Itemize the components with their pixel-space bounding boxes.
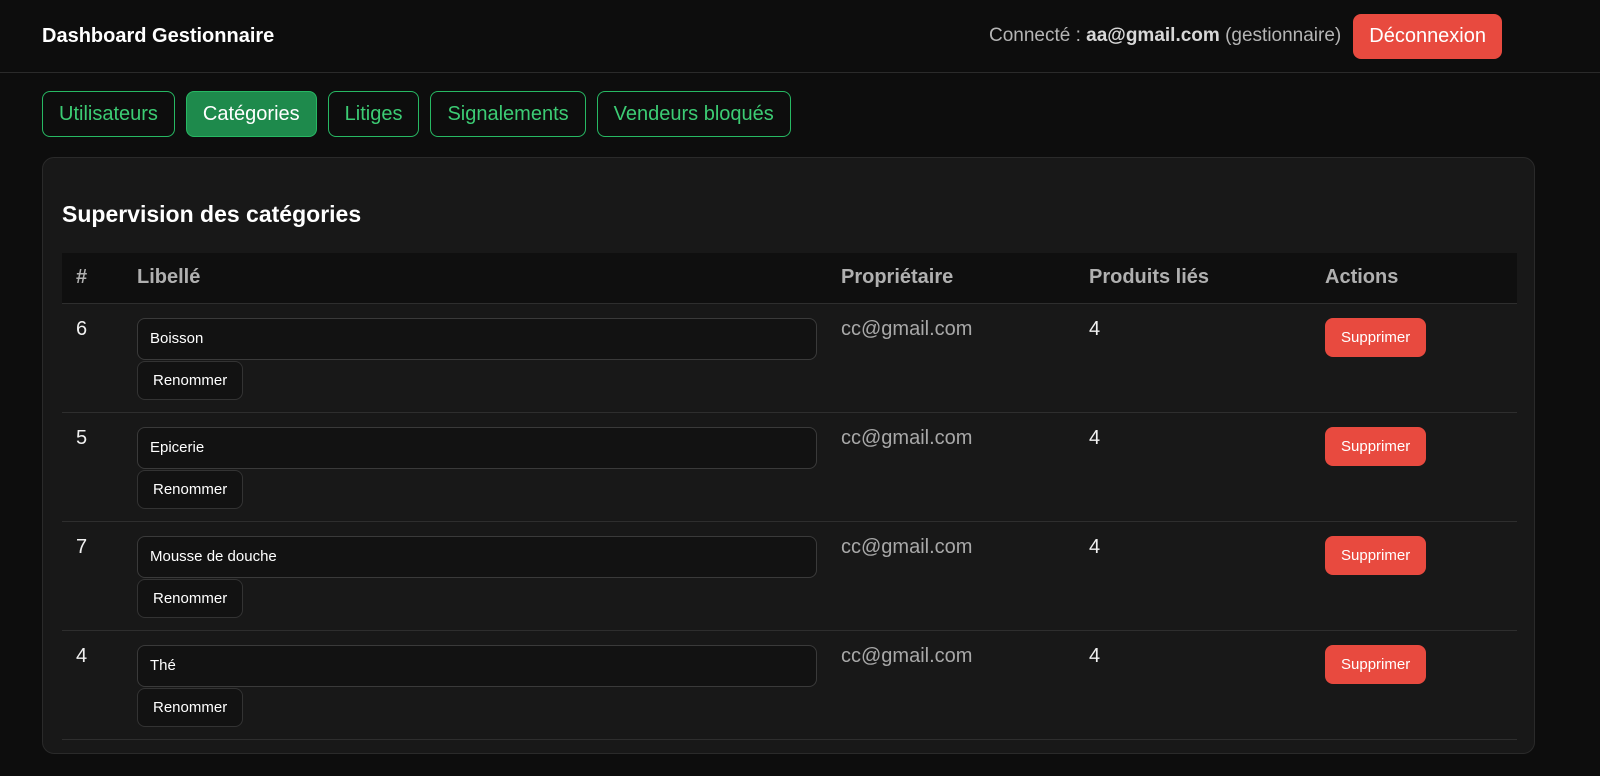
category-owner: cc@gmail.com xyxy=(841,426,973,449)
category-owner: cc@gmail.com xyxy=(841,535,973,558)
category-owner: cc@gmail.com xyxy=(841,317,973,340)
delete-button[interactable]: Supprimer xyxy=(1325,535,1427,575)
rename-button[interactable]: Renommer xyxy=(137,687,244,727)
category-id: 4 xyxy=(76,644,88,667)
category-label-input[interactable] xyxy=(137,644,817,687)
panel-title: Supervision des catégories xyxy=(62,201,362,227)
table-header-row: # Libellé Propriétaire Produits liés Act… xyxy=(62,253,1517,304)
linked-products-count: 4 xyxy=(1089,644,1101,667)
tab-vendeurs-bloques[interactable]: Vendeurs bloqués xyxy=(596,91,791,137)
categories-table: # Libellé Propriétaire Produits liés Act… xyxy=(62,253,1517,740)
tab-categories[interactable]: Catégories xyxy=(185,91,317,137)
column-header-actions: Actions xyxy=(1311,253,1517,304)
linked-products-count: 4 xyxy=(1089,426,1101,449)
delete-button[interactable]: Supprimer xyxy=(1325,426,1427,466)
tab-litiges[interactable]: Litiges xyxy=(327,91,420,137)
table-row: 5 Renommer cc@gmail.com 4 Supprimer xyxy=(62,412,1517,522)
tab-signalements[interactable]: Signalements xyxy=(430,91,586,137)
top-bar: Dashboard Gestionnaire Connecté : aa@gma… xyxy=(0,0,1600,73)
table-row: 4 Renommer cc@gmail.com 4 Supprimer xyxy=(62,630,1517,740)
table-row: 7 Renommer cc@gmail.com 4 Supprimer xyxy=(62,521,1517,631)
user-info: Connecté : aa@gmail.com (gestionnaire) D… xyxy=(989,13,1502,59)
table-row: 6 Renommer cc@gmail.com 4 Supprimer xyxy=(62,303,1517,413)
user-email: aa@gmail.com xyxy=(1086,25,1220,46)
category-label-input[interactable] xyxy=(137,317,817,360)
logout-button[interactable]: Déconnexion xyxy=(1353,13,1502,59)
column-header-products: Produits liés xyxy=(1075,253,1311,304)
connected-status: Connecté : aa@gmail.com (gestionnaire) xyxy=(989,25,1341,47)
delete-button[interactable]: Supprimer xyxy=(1325,644,1427,684)
category-id: 7 xyxy=(76,535,88,558)
categories-panel: Supervision des catégories # Libellé Pro… xyxy=(42,157,1535,754)
rename-button[interactable]: Renommer xyxy=(137,469,244,509)
column-header-id: # xyxy=(62,253,123,304)
category-owner: cc@gmail.com xyxy=(841,644,973,667)
connected-prefix: Connecté : xyxy=(988,25,1087,46)
rename-button[interactable]: Renommer xyxy=(137,360,244,400)
category-id: 6 xyxy=(76,317,88,340)
category-id: 5 xyxy=(76,426,88,449)
delete-button[interactable]: Supprimer xyxy=(1325,317,1427,357)
category-label-input[interactable] xyxy=(137,426,817,469)
rename-button[interactable]: Renommer xyxy=(137,578,244,618)
app-title: Dashboard Gestionnaire xyxy=(42,24,275,47)
user-role: (gestionnaire) xyxy=(1219,25,1342,46)
linked-products-count: 4 xyxy=(1089,317,1101,340)
tab-utilisateurs[interactable]: Utilisateurs xyxy=(42,91,175,137)
column-header-owner: Propriétaire xyxy=(827,253,1075,304)
linked-products-count: 4 xyxy=(1089,535,1101,558)
category-label-input[interactable] xyxy=(137,535,817,578)
column-header-label: Libellé xyxy=(123,253,827,304)
